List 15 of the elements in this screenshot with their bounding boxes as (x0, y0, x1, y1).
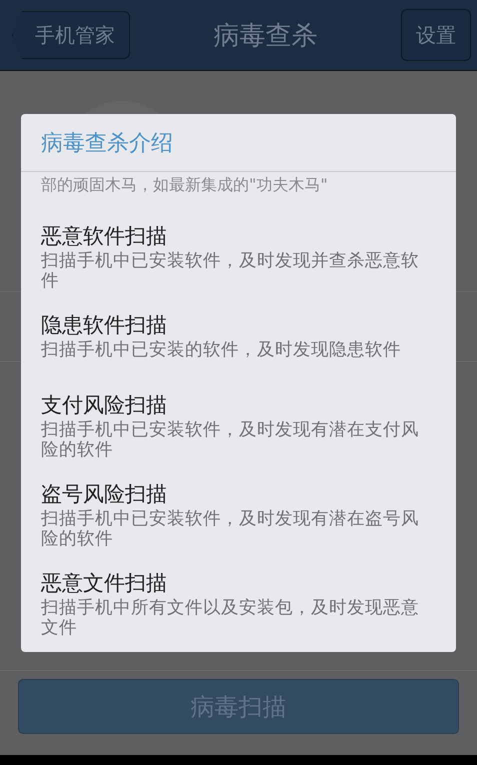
scan-type-title: 支付风险扫描 (41, 392, 168, 419)
scan-type-title: 恶意软件扫描 (41, 223, 168, 250)
scan-type-title: 盗号风险扫描 (41, 481, 168, 508)
settings-button[interactable]: 设置 (401, 9, 471, 61)
scan-type-description: 扫描手机中已安装软件，及时发现有潜在支付风险的软件 (41, 420, 420, 460)
screen-title: 病毒查杀 (214, 20, 318, 52)
dialog-text: 部的顽固木马，如最新集成的"功夫木马" (41, 175, 329, 195)
back-button[interactable]: 手机管家 (12, 11, 130, 59)
scan-type-description: 扫描手机中已安装软件，及时发现有潜在盗号风险的软件 (41, 509, 420, 549)
scan-type-description: 扫描手机中已安装软件，及时发现并查杀恶意软件 (41, 251, 420, 291)
dialog-title: 病毒查杀介绍 (21, 114, 456, 172)
scan-type-title: 恶意文件扫描 (41, 570, 168, 597)
scan-type-description: 扫描手机中所有文件以及安装包，及时发现恶意文件 (41, 598, 420, 638)
scan-type-title: 隐患软件扫描 (41, 312, 168, 339)
scan-type-description: 扫描手机中已安装的软件，及时发现隐患软件 (41, 340, 402, 360)
